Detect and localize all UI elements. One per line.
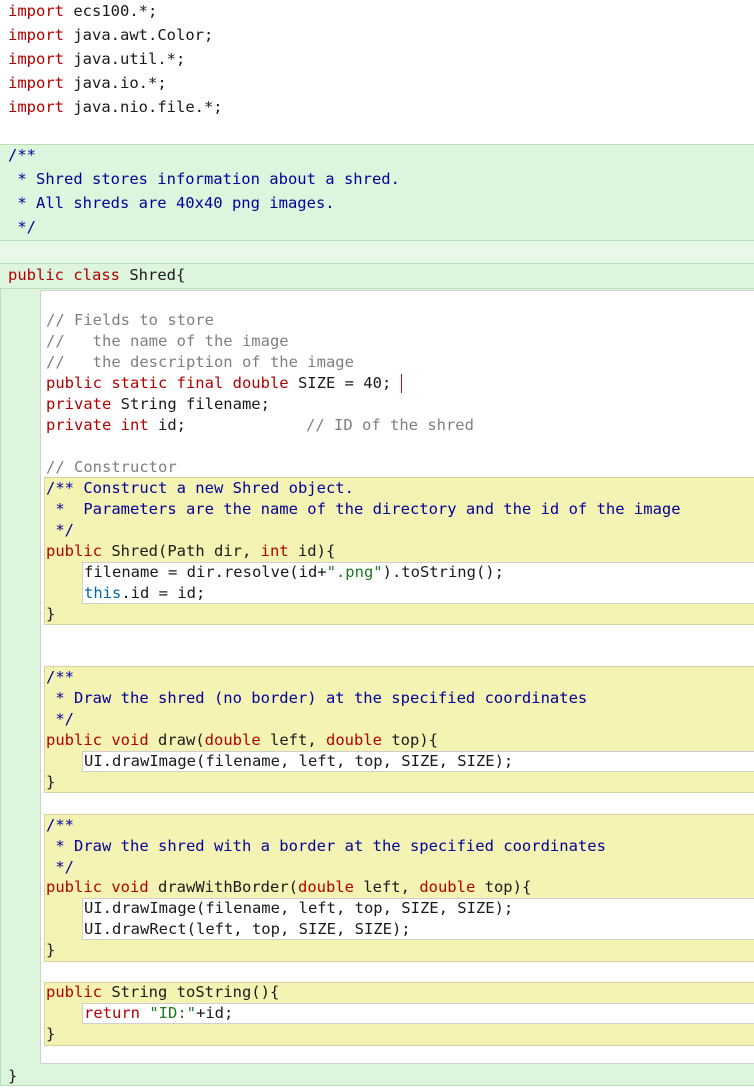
drawb-close-brace: } [46,941,56,959]
constructor-close-brace: } [46,605,56,623]
filename-field[interactable]: private String filename; [46,394,270,415]
draw-method-body-line[interactable]: UI.drawImage(filename, left, top, SIZE, … [84,751,513,772]
draw-with-border-signature[interactable]: public void drawWithBorder(double left, … [46,877,531,898]
import-line: import java.nio.file.*; [8,98,223,116]
class-declaration[interactable]: public class Shred{ [8,265,185,286]
drawb-doc-line: /** [46,816,74,834]
constructor-signature[interactable]: public Shred(Path dir, int id){ [46,541,335,562]
draw-doc-line: * Draw the shred (no border) at the spec… [46,689,588,707]
class-doc-line: */ [8,218,36,236]
import-line: import java.io.*; [8,74,167,92]
constructor-doc-line: */ [46,521,74,539]
class-doc-line: * Shred stores information about a shred… [8,170,400,188]
class-close-brace: } [8,1067,18,1085]
text-cursor [401,374,402,393]
drawb-body-line[interactable]: UI.drawImage(filename, left, top, SIZE, … [84,898,513,919]
drawb-body-line[interactable]: UI.drawRect(left, top, SIZE, SIZE); [84,919,411,940]
class-decl-spacer [0,240,754,264]
tostring-close-brace: } [46,1025,56,1043]
constructor-comment: // Constructor [46,458,177,476]
fields-comment-line: // Fields to store [46,311,214,329]
import-line: import java.util.*; [8,50,186,68]
draw-doc-line: /** [46,668,74,686]
class-doc-line: * All shreds are 40x40 png images. [8,194,335,212]
class-doc-line: /** [8,146,36,164]
tostring-body-line[interactable]: return "ID:"+id; [84,1003,233,1024]
constructor-doc-line: * Parameters are the name of the directo… [46,500,681,518]
draw-close-brace: } [46,773,56,791]
draw-doc-line: */ [46,710,74,728]
fields-comment-line: // the description of the image [46,353,354,371]
drawb-doc-line: * Draw the shred with a border at the sp… [46,837,606,855]
drawb-doc-line: */ [46,858,74,876]
size-field[interactable]: public static final double SIZE = 40; [46,373,391,394]
constructor-doc-line: /** Construct a new Shred object. [46,479,354,497]
id-field[interactable]: private int id; [46,415,186,436]
constructor-body-line[interactable]: filename = dir.resolve(id+".png").toStri… [84,562,504,583]
id-field-comment: // ID of the shred [306,416,474,434]
constructor-body-line[interactable]: this.id = id; [84,583,205,604]
fields-comment-line: // the name of the image [46,332,289,350]
draw-method-signature[interactable]: public void draw(double left, double top… [46,730,438,751]
import-line: import java.awt.Color; [8,26,214,44]
import-line: import ecs100.*; [8,2,158,20]
tostring-signature[interactable]: public String toString(){ [46,982,279,1003]
